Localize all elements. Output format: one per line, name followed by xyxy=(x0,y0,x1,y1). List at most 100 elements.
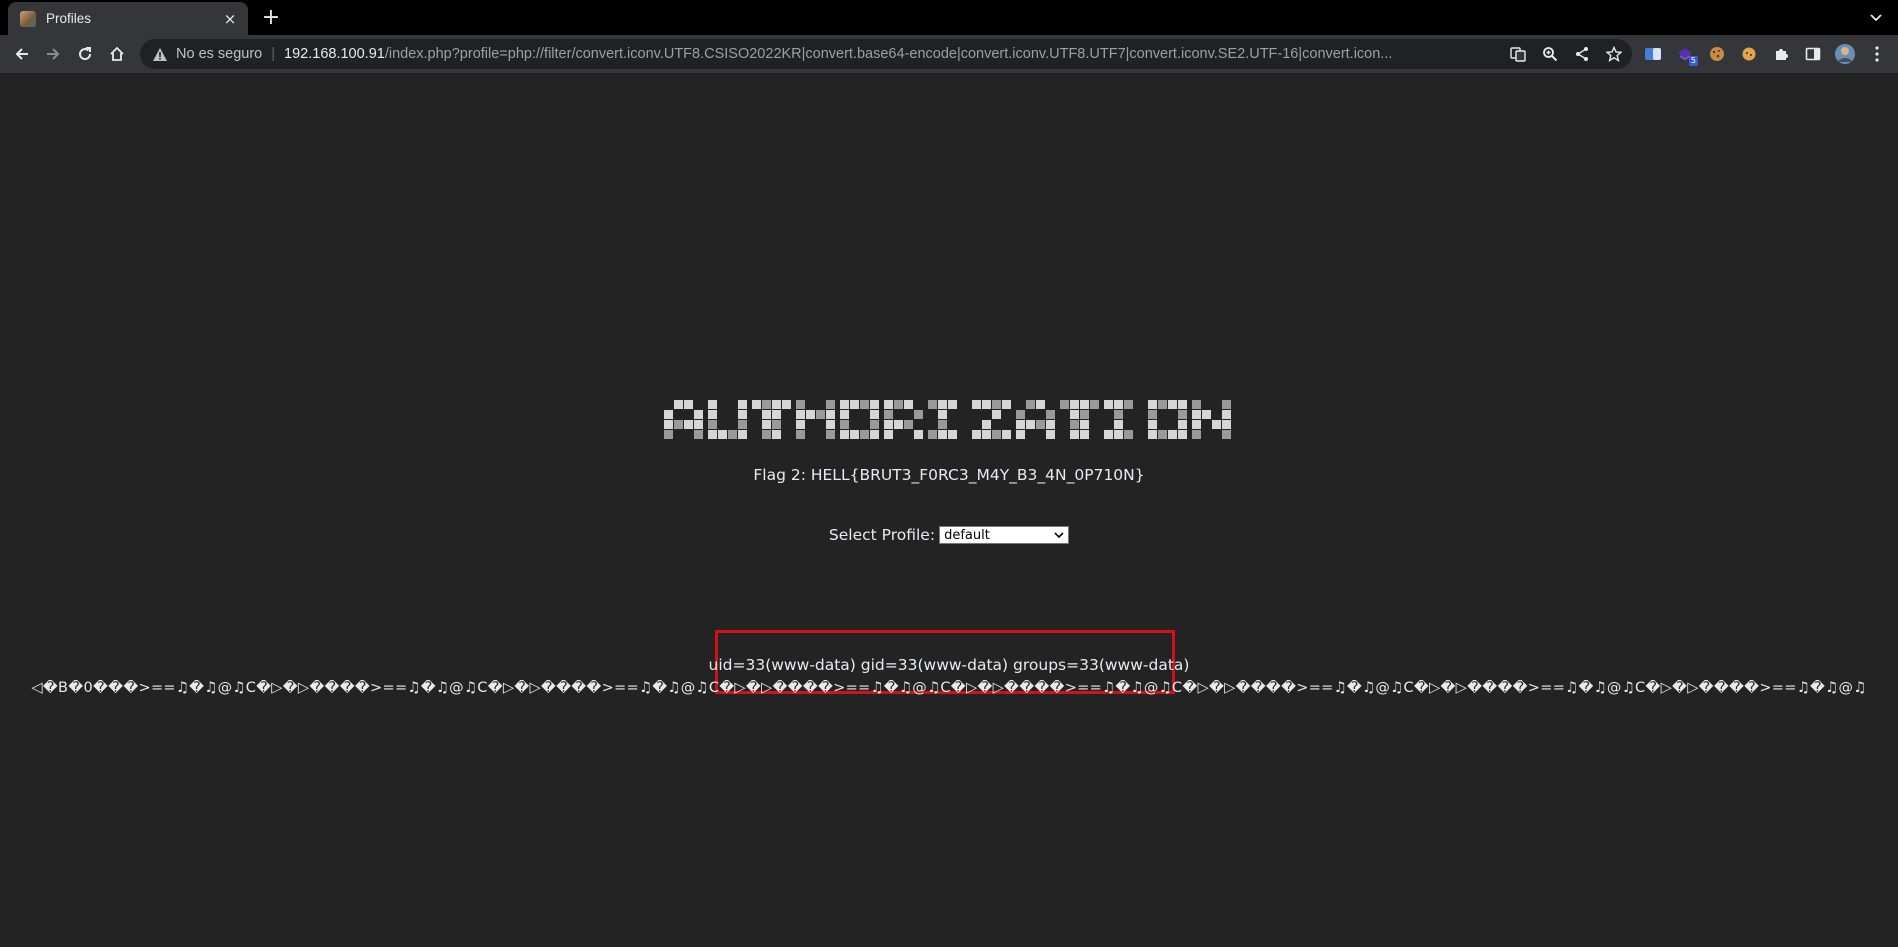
logo-pixel xyxy=(1016,410,1025,419)
logo-pixel xyxy=(708,400,717,409)
home-button[interactable] xyxy=(103,40,131,68)
logo-pixel xyxy=(948,430,957,439)
garbled-output: ◁�B�0���>==♫�♫@♫C�▷�▷����>==♫�♫@♫C�▷�▷��… xyxy=(31,680,1867,696)
logo-pixel xyxy=(762,430,771,439)
logo-pixel xyxy=(718,430,727,439)
logo-pixel xyxy=(914,430,923,439)
url-text[interactable]: 192.168.100.91/index.php?profile=php://f… xyxy=(284,46,1494,62)
logo-pixel xyxy=(938,410,947,419)
security-status-label[interactable]: No es seguro xyxy=(176,46,262,62)
logo-pixel xyxy=(1124,430,1133,439)
bookmark-star-icon[interactable] xyxy=(1604,44,1624,64)
extensions-puzzle-icon[interactable] xyxy=(1768,41,1794,67)
logo-pixel xyxy=(1114,420,1123,429)
cookie-editor-extension-icon[interactable] xyxy=(1736,41,1762,67)
address-bar[interactable]: No es seguro | 192.168.100.91/index.php?… xyxy=(140,39,1632,69)
logo-pixel xyxy=(894,400,903,409)
logo-pixel xyxy=(806,410,815,419)
logo-pixel xyxy=(904,420,913,429)
logo-pixel xyxy=(870,430,879,439)
logo-pixel xyxy=(664,420,673,429)
logo-pixel xyxy=(826,430,835,439)
authorization-logo xyxy=(664,400,1231,439)
tab-search-chevron-icon[interactable] xyxy=(1864,6,1888,30)
logo-pixel xyxy=(816,410,825,419)
logo-pixel xyxy=(1212,420,1221,429)
logo-pixel xyxy=(796,430,805,439)
translate-extension-icon[interactable] xyxy=(1640,41,1666,67)
logo-pixel xyxy=(772,410,781,419)
logo-pixel xyxy=(1158,430,1167,439)
logo-pixel xyxy=(738,420,747,429)
logo-pixel xyxy=(762,400,771,409)
logo-letter-h xyxy=(796,400,835,439)
logo-letter-a xyxy=(664,400,703,439)
logo-pixel xyxy=(1060,400,1069,409)
logo-pixel xyxy=(870,410,879,419)
logo-pixel xyxy=(850,430,859,439)
logo-pixel xyxy=(904,400,913,409)
logo-pixel xyxy=(850,400,859,409)
logo-pixel xyxy=(1104,430,1113,439)
logo-pixel xyxy=(684,420,693,429)
extensions-area: 5 xyxy=(1640,40,1890,68)
logo-pixel xyxy=(1202,410,1211,419)
address-separator: | xyxy=(271,46,276,62)
logo-pixel xyxy=(782,400,791,409)
back-button[interactable] xyxy=(8,40,36,68)
extension-badge: 5 xyxy=(1688,56,1698,66)
logo-pixel xyxy=(674,420,683,429)
zoom-icon[interactable] xyxy=(1540,44,1560,64)
logo-pixel xyxy=(1104,400,1113,409)
logo-pixel xyxy=(1124,400,1133,409)
profile-avatar[interactable] xyxy=(1832,41,1858,67)
logo-letter-o xyxy=(840,400,879,439)
logo-pixel xyxy=(772,420,781,429)
profile-select[interactable]: default xyxy=(939,526,1070,544)
forward-button[interactable] xyxy=(39,40,67,68)
logo-pixel xyxy=(1026,420,1035,429)
logo-pixel xyxy=(708,410,717,419)
share-icon[interactable] xyxy=(1572,44,1592,64)
tab-profiles[interactable]: Profiles × xyxy=(8,2,248,35)
logo-pixel xyxy=(694,410,703,419)
logo-pixel xyxy=(860,430,869,439)
warning-triangle-icon[interactable] xyxy=(152,46,168,62)
purple-extension-icon[interactable]: 5 xyxy=(1672,41,1698,67)
logo-letter-n xyxy=(1192,400,1231,439)
logo-pixel xyxy=(884,430,893,439)
translate-icon[interactable] xyxy=(1508,44,1528,64)
logo-pixel xyxy=(914,410,923,419)
logo-pixel xyxy=(1080,430,1089,439)
logo-pixel xyxy=(1192,410,1201,419)
logo-pixel xyxy=(1192,400,1201,409)
logo-pixel xyxy=(982,420,991,429)
browser-menu-icon[interactable] xyxy=(1864,41,1890,67)
logo-pixel xyxy=(938,430,947,439)
logo-pixel xyxy=(1070,430,1079,439)
logo-pixel xyxy=(1222,420,1231,429)
logo-pixel xyxy=(1046,430,1055,439)
logo-pixel xyxy=(928,400,937,409)
chevron-down-icon xyxy=(1054,532,1064,538)
logo-pixel xyxy=(1178,420,1187,429)
logo-pixel xyxy=(1036,420,1045,429)
logo-pixel xyxy=(1114,400,1123,409)
tab-title: Profiles xyxy=(46,11,92,26)
logo-pixel xyxy=(840,420,849,429)
new-tab-button[interactable]: + xyxy=(258,5,284,31)
logo-pixel xyxy=(1070,400,1079,409)
browser-toolbar: No es seguro | 192.168.100.91/index.php?… xyxy=(0,35,1898,74)
logo-pixel xyxy=(1148,420,1157,429)
logo-pixel xyxy=(884,400,893,409)
side-panel-icon[interactable] xyxy=(1800,41,1826,67)
cookie-extension-icon[interactable] xyxy=(1704,41,1730,67)
forward-arrow-icon xyxy=(47,48,60,60)
logo-pixel xyxy=(826,410,835,419)
reload-button[interactable] xyxy=(71,40,99,68)
close-tab-icon[interactable]: × xyxy=(220,9,240,29)
url-path: /index.php?profile=php://filter/convert.… xyxy=(384,46,1393,62)
logo-pixel xyxy=(840,430,849,439)
logo-pixel xyxy=(840,410,849,419)
logo-pixel xyxy=(860,400,869,409)
